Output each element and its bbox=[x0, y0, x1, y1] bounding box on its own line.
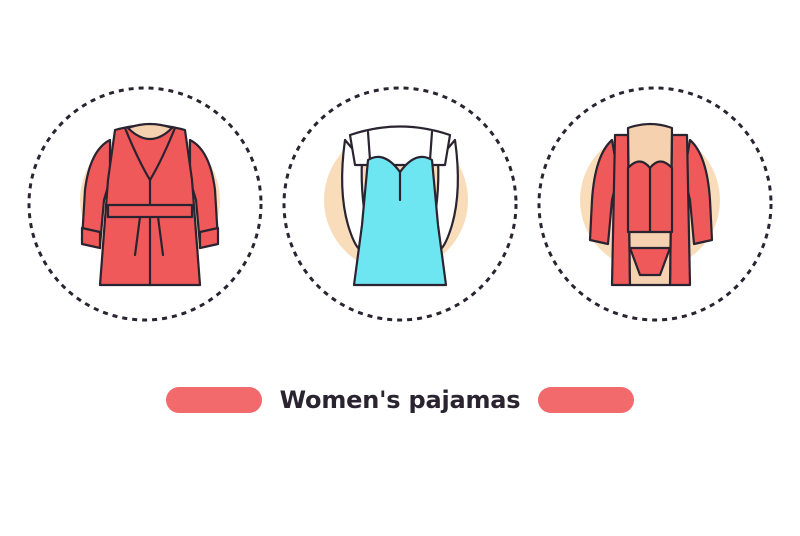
pajamas-banner: Women's pajamas bbox=[0, 0, 800, 532]
nightgown-icon bbox=[341, 125, 459, 287]
right-accent-pill bbox=[538, 387, 635, 413]
illustration bbox=[27, 86, 773, 322]
caption-row: Women's pajamas bbox=[160, 378, 640, 422]
banner-title: Women's pajamas bbox=[279, 386, 521, 414]
lingerie-robe-icon bbox=[588, 122, 714, 287]
nightgown-item bbox=[282, 86, 518, 322]
left-accent-pill bbox=[165, 387, 262, 413]
robe-icon bbox=[80, 122, 220, 287]
robe-item bbox=[27, 86, 263, 322]
lingerie-item bbox=[537, 86, 773, 322]
